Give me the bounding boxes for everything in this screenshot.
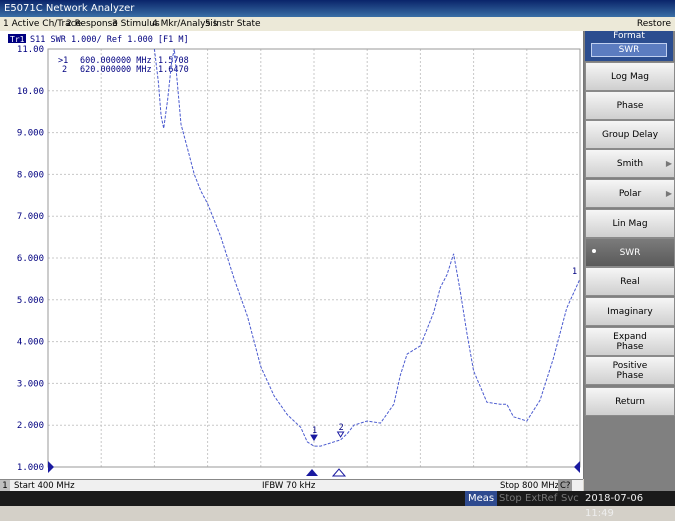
softkey-label: Real — [620, 276, 640, 287]
softkey-smith[interactable]: Smith ▶ — [585, 149, 675, 178]
marker-2-value: 1.6470 — [158, 65, 189, 75]
right-ref-arrow — [574, 461, 580, 473]
y-tick-label: 1.000 — [17, 463, 44, 473]
softkey-imaginary[interactable]: Imaginary — [585, 297, 675, 326]
trace-header-text: S11 SWR 1.000/ Ref 1.000 [F1 M] — [30, 35, 189, 45]
softkey-log-mag[interactable]: Log Mag — [585, 62, 675, 91]
softkey-return[interactable]: Return — [585, 387, 675, 416]
softkey-label: SWR — [619, 247, 641, 258]
y-axis-labels: 11.00 10.00 9.000 8.000 7.000 6.000 5.000 4.000… — [17, 45, 44, 473]
softkey-header-value: SWR — [591, 43, 667, 57]
softkey-panel: Format SWR Log Mag Phase Group Delay Smith ▶… — [584, 31, 675, 491]
softkey-lin-mag[interactable]: Lin Mag — [585, 209, 675, 238]
softkey-label: Group Delay — [601, 129, 659, 140]
softkey-polar[interactable]: Polar ▶ — [585, 179, 675, 208]
meas-indicator: Meas — [465, 491, 498, 506]
y-tick-label: 2.000 — [17, 421, 44, 431]
softkey-label: Return — [615, 396, 645, 407]
softkey-header: Format SWR — [585, 31, 673, 61]
y-tick-label: 11.00 — [17, 45, 44, 55]
menu-bar: 1 Active Ch/Trace 2 Response 3 Stimulus … — [0, 17, 675, 31]
stop-indicator: Stop — [499, 493, 522, 504]
softkey-label: Expand Phase — [613, 331, 647, 352]
softkey-swr[interactable]: SWR — [585, 238, 675, 267]
trace-markers: 1 2 1 — [310, 267, 577, 442]
instrument-status-bar: Meas Stop ExtRef Svc 2018-07-06 11:49 — [0, 491, 675, 519]
window-titlebar: E5071C Network Analyzer — [0, 0, 675, 17]
softkey-group-delay[interactable]: Group Delay — [585, 120, 675, 149]
trace-end-label: 1 — [572, 267, 577, 277]
softkey-header-title: Format — [613, 31, 645, 41]
softkey-positive-phase[interactable]: Positive Phase — [585, 356, 675, 385]
softkey-label: Positive Phase — [612, 360, 648, 381]
marker-2-id: 2 — [62, 65, 67, 75]
selected-dot-icon — [592, 249, 596, 253]
extref-indicator: ExtRef — [525, 493, 558, 504]
marker-2-label: 2 — [339, 423, 344, 433]
window-title: E5071C Network Analyzer — [4, 3, 135, 14]
softkey-label: Lin Mag — [612, 218, 648, 229]
softkey-phase[interactable]: Phase — [585, 91, 675, 120]
trace-badge[interactable]: Tr1 — [10, 35, 25, 44]
y-tick-label: 6.000 — [17, 254, 44, 264]
softkey-label: Polar — [618, 188, 642, 199]
swr-chart: 11.00 10.00 9.000 8.000 7.000 6.000 5.000 4.000… — [8, 34, 581, 477]
marker-1-label: 1 — [312, 426, 317, 436]
chevron-right-icon: ▶ — [665, 159, 672, 168]
y-tick-label: 9.000 — [17, 129, 44, 139]
y-tick-label: 5.000 — [17, 296, 44, 306]
y-tick-label: 4.000 — [17, 338, 44, 348]
menu-response[interactable]: 2 Response — [66, 17, 118, 31]
active-marker-triangle[interactable] — [306, 469, 318, 476]
svc-indicator: Svc — [561, 493, 579, 504]
trace-plot[interactable]: 11.00 10.00 9.000 8.000 7.000 6.000 5.000 4.000… — [0, 31, 584, 479]
left-ref-arrow — [48, 461, 54, 473]
softkey-real[interactable]: Real — [585, 267, 675, 296]
y-tick-label: 7.000 — [17, 212, 44, 222]
softkey-label: Smith — [616, 158, 644, 169]
softkey-label: Imaginary — [607, 306, 653, 317]
y-tick-label: 10.00 — [17, 87, 44, 97]
softkey-expand-phase[interactable]: Expand Phase — [585, 327, 675, 356]
softkey-label: Phase — [616, 100, 644, 111]
menu-instr-state[interactable]: 5 Instr State — [205, 17, 261, 31]
restore-button[interactable]: Restore — [637, 17, 671, 31]
datetime: 2018-07-06 11:49 — [585, 493, 644, 519]
marker-2-freq: 620.000000 MHz — [80, 65, 152, 75]
chevron-right-icon: ▶ — [665, 189, 672, 198]
marker-2-triangle[interactable] — [331, 468, 347, 477]
y-tick-label: 8.000 — [17, 170, 44, 180]
y-tick-label: 3.000 — [17, 379, 44, 389]
softkey-label: Log Mag — [611, 71, 649, 82]
